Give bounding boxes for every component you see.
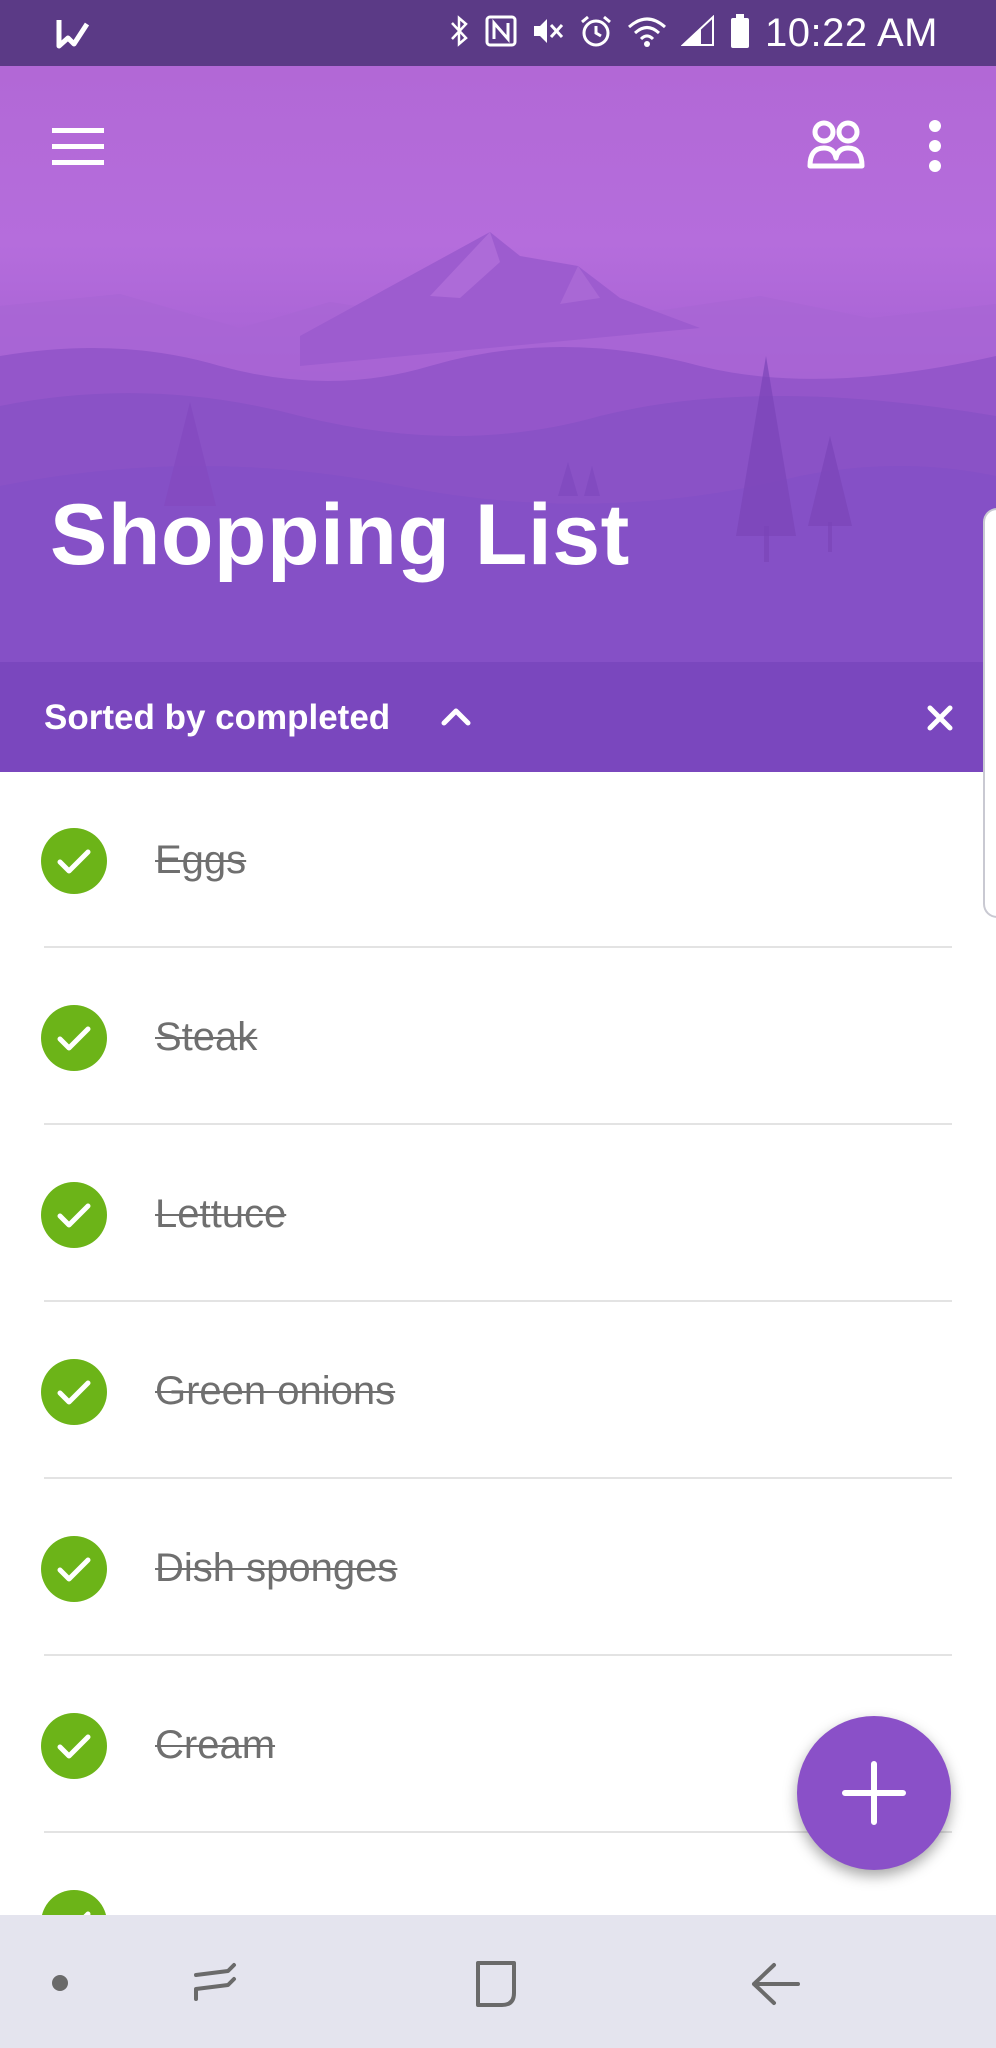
divider (44, 946, 952, 948)
home-button[interactable] (470, 1959, 520, 2014)
sort-direction-button[interactable] (436, 696, 476, 736)
nav-dot-icon (52, 1975, 68, 1991)
divider (44, 1300, 952, 1302)
hamburger-menu-icon (52, 128, 104, 165)
check-icon (57, 1203, 91, 1228)
close-icon (927, 705, 953, 731)
mute-icon (531, 15, 565, 52)
item-label: Lettuce (155, 1192, 287, 1236)
check-icon (57, 1380, 91, 1405)
battery-icon (729, 13, 751, 54)
home-icon (476, 1961, 516, 2007)
status-icons: 10:22 AM (447, 8, 938, 58)
list-item[interactable]: Steak (0, 949, 996, 1126)
item-label: Dish sponges (155, 1546, 398, 1590)
list-item[interactable]: Dish sponges (0, 1480, 996, 1657)
page-title: Shopping List (50, 487, 630, 583)
check-icon (57, 849, 91, 874)
divider (44, 1477, 952, 1479)
item-label: Green onions (155, 1369, 396, 1413)
more-options-button[interactable] (918, 116, 952, 176)
check-icon (57, 1026, 91, 1051)
chevron-up-icon (441, 708, 471, 726)
item-label: Eggs (155, 838, 247, 882)
clear-sort-button[interactable] (920, 698, 960, 738)
status-bar: 10:22 AM (0, 0, 996, 66)
bluetooth-icon (447, 14, 471, 53)
alarm-icon (579, 14, 613, 53)
share-list-button[interactable] (806, 118, 866, 174)
completed-checkbox[interactable] (41, 828, 107, 894)
recent-apps-button[interactable] (190, 1959, 240, 2014)
completed-checkbox[interactable] (41, 1359, 107, 1425)
check-icon (57, 1734, 91, 1759)
sort-label[interactable]: Sorted by completed (44, 698, 390, 738)
check-icon (57, 1557, 91, 1582)
list-item[interactable]: Green onions (0, 1303, 996, 1480)
completed-checkbox[interactable] (41, 1713, 107, 1779)
list-item[interactable]: Lettuce (0, 1126, 996, 1303)
back-icon (752, 1963, 800, 2005)
list-header: Shopping List (0, 66, 996, 662)
completed-checkbox[interactable] (41, 1890, 107, 1915)
edge-panel-handle[interactable] (983, 508, 996, 918)
add-item-button[interactable] (797, 1716, 951, 1870)
status-time: 10:22 AM (764, 10, 938, 55)
plus-icon (842, 1761, 906, 1825)
completed-checkbox[interactable] (41, 1005, 107, 1071)
recent-apps-icon (194, 1963, 236, 2001)
sort-bar: Sorted by completed (0, 662, 996, 772)
completed-checkbox[interactable] (41, 1536, 107, 1602)
nfc-icon (485, 15, 517, 52)
item-label: Steak (155, 1015, 258, 1059)
app-notification-icon (56, 16, 90, 55)
divider (44, 1654, 952, 1656)
completed-checkbox[interactable] (41, 1182, 107, 1248)
system-nav-bar (0, 1915, 996, 2048)
people-icon (807, 120, 865, 169)
check-icon (83, 1911, 91, 1915)
more-vertical-icon (929, 120, 941, 172)
list-item[interactable]: Eggs (0, 772, 996, 949)
back-button[interactable] (748, 1959, 802, 2014)
signal-icon (680, 14, 715, 52)
wifi-icon (627, 15, 667, 52)
divider (44, 1123, 952, 1125)
item-label: Cream (155, 1723, 276, 1767)
menu-button[interactable] (50, 124, 106, 168)
